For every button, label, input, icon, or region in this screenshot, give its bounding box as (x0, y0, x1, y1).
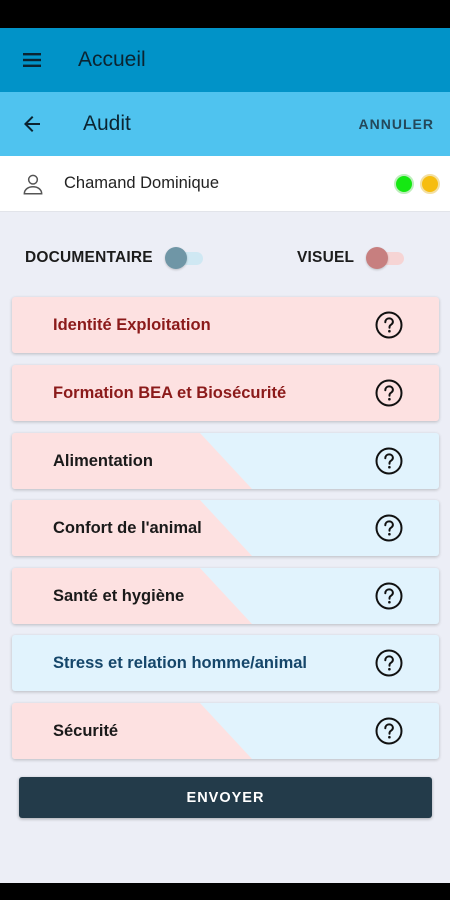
send-button-label: ENVOYER (186, 789, 265, 806)
status-bar (0, 0, 450, 28)
help-circle-icon[interactable] (374, 716, 404, 746)
hamburger-menu-icon[interactable] (4, 28, 60, 92)
help-circle-icon[interactable] (374, 581, 404, 611)
section-card-stress[interactable]: Stress et relation homme/animal (12, 635, 439, 691)
documentaire-label: DOCUMENTAIRE (25, 249, 153, 266)
section-label: Santé et hygiène (53, 586, 185, 605)
user-name: Chamand Dominique (64, 174, 220, 192)
visuel-label: VISUEL (297, 249, 355, 266)
section-card-identite[interactable]: Identité Exploitation (12, 297, 439, 353)
status-dot-green (394, 173, 414, 194)
cancel-button[interactable]: ANNULER (359, 116, 434, 132)
section-label: Stress et relation homme/animal (53, 653, 308, 672)
send-button[interactable]: ENVOYER (19, 777, 432, 818)
section-card-securite[interactable]: Sécurité (12, 703, 439, 759)
documentaire-toggle-group: DOCUMENTAIRE (25, 240, 205, 276)
main-content: Chamand Dominique DOCUMENTAIRE VISUEL Id… (0, 156, 450, 883)
app-bar: Accueil (0, 28, 450, 92)
page-title: Audit (83, 112, 131, 135)
visuel-toggle-group: VISUEL (297, 240, 406, 276)
section-label: Formation BEA et Biosécurité (53, 383, 287, 402)
help-circle-icon[interactable] (374, 378, 404, 408)
app-title: Accueil (78, 48, 146, 71)
help-circle-icon[interactable] (374, 648, 404, 678)
section-label: Identité Exploitation (53, 315, 211, 334)
section-label: Alimentation (53, 451, 153, 470)
arrow-back-icon[interactable] (8, 92, 56, 156)
help-circle-icon[interactable] (374, 310, 404, 340)
section-label: Sécurité (53, 721, 119, 740)
audit-toolbar: Audit ANNULER (0, 92, 450, 156)
switch-thumb (366, 247, 389, 269)
user-row: Chamand Dominique (0, 156, 450, 212)
section-card-sante[interactable]: Santé et hygiène (12, 568, 439, 624)
section-card-confort[interactable]: Confort de l'animal (12, 500, 439, 556)
section-card-formation[interactable]: Formation BEA et Biosécurité (12, 365, 439, 421)
status-dot-yellow (420, 173, 440, 194)
mode-toggles: DOCUMENTAIRE VISUEL (0, 240, 450, 276)
visuel-switch[interactable] (366, 246, 406, 270)
help-circle-icon[interactable] (374, 513, 404, 543)
person-outline-icon (18, 169, 48, 199)
section-label: Confort de l'animal (53, 518, 202, 537)
help-circle-icon[interactable] (374, 446, 404, 476)
documentaire-switch[interactable] (164, 246, 205, 270)
switch-thumb (164, 247, 187, 269)
system-nav-bar (0, 883, 450, 900)
section-card-alimentation[interactable]: Alimentation (12, 433, 439, 489)
